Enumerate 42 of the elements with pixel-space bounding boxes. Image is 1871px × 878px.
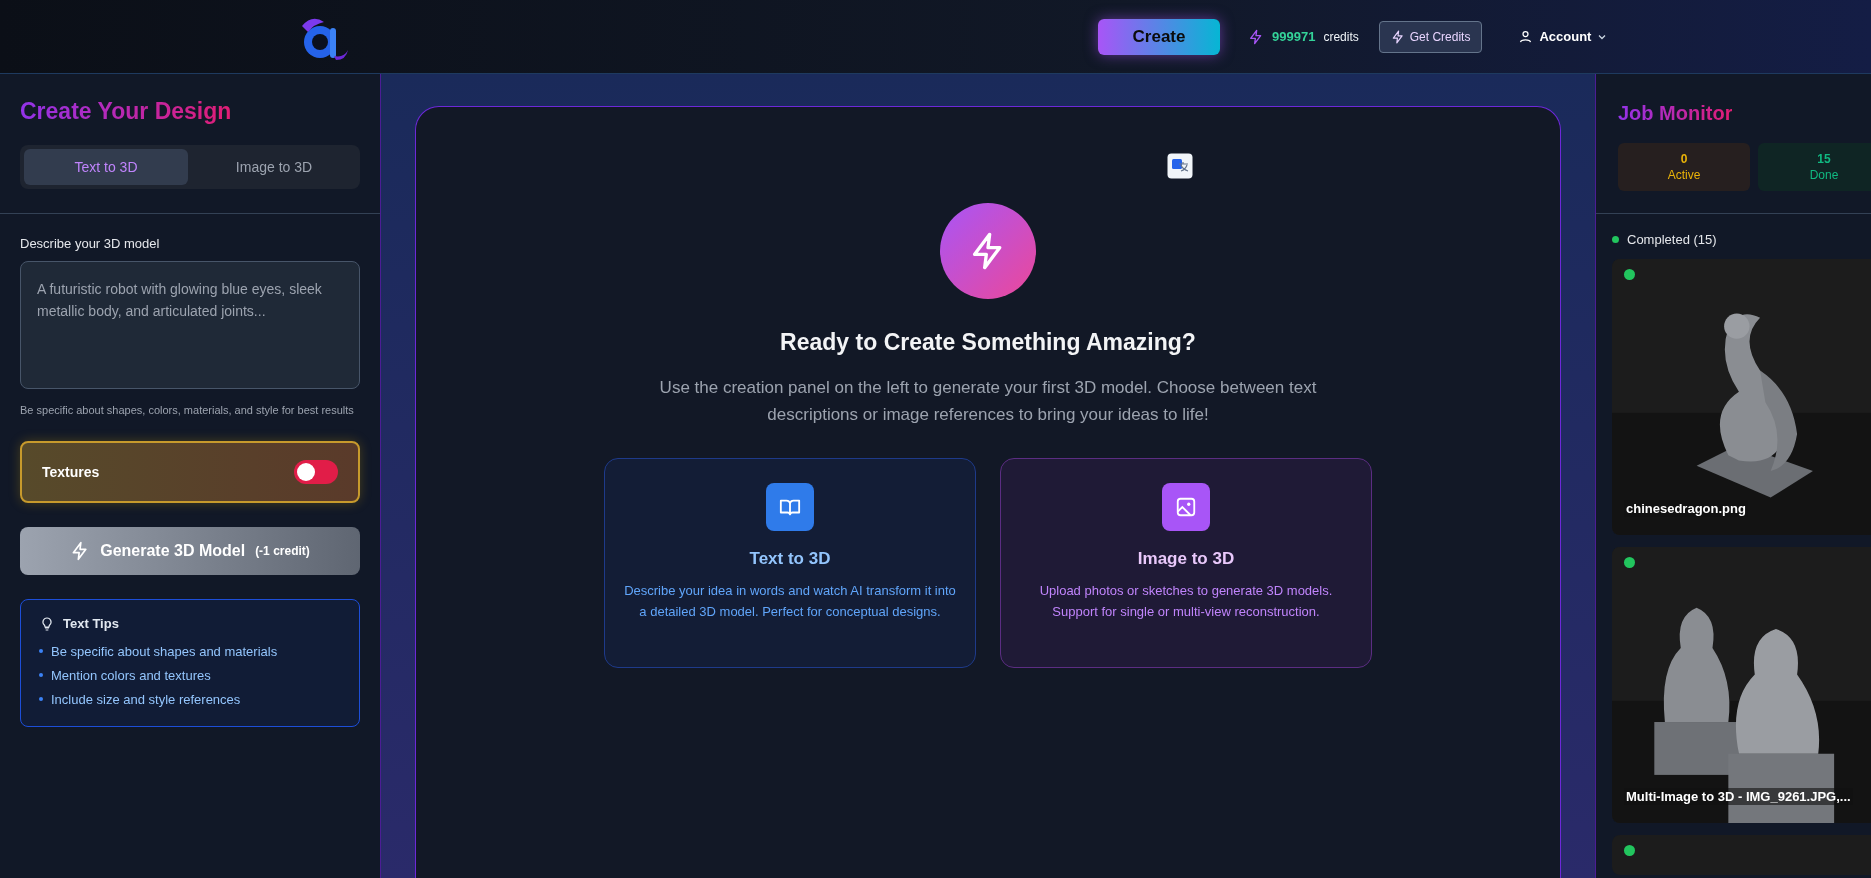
mode-card[interactable]: Image to 3D Upload photos or sketches to generate 3D models. Support for single or multi-view reconstruction. — [1000, 458, 1372, 669]
credits-label: credits — [1323, 29, 1359, 44]
credits-count: 999971 — [1272, 29, 1316, 44]
lightning-icon — [1390, 29, 1405, 44]
bullet-icon — [39, 697, 43, 702]
tip-text: Include size and style references — [51, 691, 241, 707]
mode-description: Upload photos or sketches to generate 3D models. Support for single or multi-view reconstruction. — [1038, 582, 1334, 621]
bullet-icon — [39, 649, 43, 654]
account-menu[interactable]: Account — [1512, 28, 1614, 45]
textures-toggle[interactable] — [294, 459, 338, 484]
prompt-label: Describe your 3D model — [20, 236, 161, 251]
welcome-text: Use the creation panel on the left to generate your first 3D model. Choose between text descriptions or image references to bring your ideas to life! — [658, 377, 1318, 427]
tip-text: Be specific about shapes and materials — [51, 643, 278, 659]
mode-title: Image to 3D — [1137, 549, 1235, 570]
welcome-title: Ready to Create Something Amazing? — [780, 329, 1196, 356]
mode-tab[interactable]: Image to 3D — [192, 149, 356, 185]
stat-value: 0 — [1680, 152, 1688, 166]
tips-title: Text Tips — [63, 616, 119, 632]
create-button[interactable]: Create — [1098, 18, 1220, 55]
status-dot — [1612, 236, 1619, 243]
user-icon — [1518, 29, 1534, 44]
job-name: Multi-Image to 3D - IMG_9261.JPG,... — [1624, 788, 1853, 805]
translate-icon[interactable] — [1167, 153, 1193, 179]
prompt-hint: Be specific about shapes, colors, materials, and style for best results — [20, 403, 355, 418]
stat-label: Done — [1809, 168, 1839, 182]
image-icon — [1162, 483, 1210, 532]
mode-description: Describe your idea in words and watch AI transform it into a detailed 3D model. Perfect for conceptual designs. — [623, 582, 957, 621]
stat-label: Active — [1667, 168, 1701, 182]
stat-value: 15 — [1817, 152, 1831, 166]
lightning-icon — [1248, 28, 1264, 45]
tip-text: Mention colors and textures — [51, 667, 211, 683]
mode-title: Text to 3D — [749, 549, 831, 570]
lightbulb-icon — [39, 615, 55, 632]
mode-card[interactable]: Text to 3D Describe your idea in words and watch AI transform it into a detailed 3D model. Perfect for conceptual designs. — [604, 458, 976, 669]
get-credits-button[interactable]: Get Credits — [1378, 20, 1483, 53]
book-icon — [766, 483, 814, 532]
mode-tab[interactable]: Text to 3D — [24, 149, 188, 185]
prompt-field[interactable]: A futuristic robot with glowing blue eyes, sleek metallic body, and articulated joints... — [20, 261, 360, 389]
bullet-icon — [39, 673, 43, 678]
panel-title: Create Your Design — [20, 98, 232, 125]
textures-label: Textures — [42, 463, 100, 480]
section-title: Completed (15) — [1627, 232, 1717, 247]
